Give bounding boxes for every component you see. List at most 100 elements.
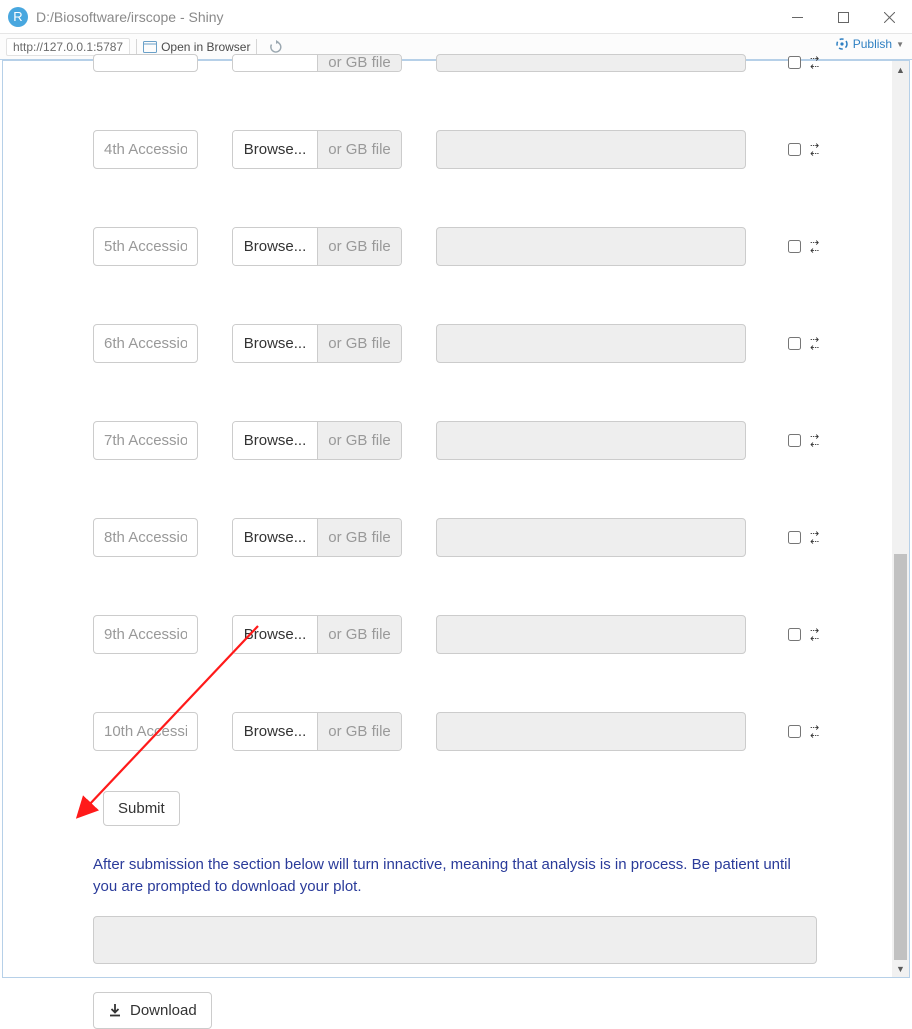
swap-icon[interactable]: ⇢⇠: [810, 55, 819, 71]
scroll-track[interactable]: [892, 78, 909, 960]
open-in-browser-label: Open in Browser: [161, 40, 250, 54]
form-content: Browse...or GB file⇢⇠Browse...or GB file…: [3, 61, 892, 977]
accession-input[interactable]: [93, 421, 198, 460]
accession-input[interactable]: [93, 54, 198, 72]
browse-button[interactable]: Browse...: [233, 325, 318, 362]
output-placeholder: [93, 916, 817, 964]
browse-button[interactable]: Browse...: [233, 55, 318, 71]
swap-icon[interactable]: ⇢⇠: [810, 336, 819, 352]
row-right-controls: ⇢⇠: [784, 334, 819, 353]
vertical-scrollbar[interactable]: ▲ ▼: [892, 61, 909, 977]
file-input-group: Browse...or GB file: [232, 518, 402, 557]
file-input-group: Browse...or GB file: [232, 227, 402, 266]
swap-icon[interactable]: ⇢⇠: [810, 142, 819, 158]
scroll-up-arrow[interactable]: ▲: [892, 61, 909, 78]
name-output: [436, 712, 746, 751]
row-checkbox[interactable]: [788, 337, 801, 350]
row-checkbox[interactable]: [788, 56, 801, 69]
scroll-down-arrow[interactable]: ▼: [892, 960, 909, 977]
name-output: [436, 615, 746, 654]
accession-row: Browse...or GB file ⇢⇠: [93, 227, 872, 266]
chevron-down-icon: ▼: [896, 40, 904, 49]
accession-input[interactable]: [93, 227, 198, 266]
browser-icon: [143, 41, 157, 53]
accession-input[interactable]: [93, 712, 198, 751]
download-label: Download: [130, 1002, 197, 1019]
accession-input[interactable]: [93, 615, 198, 654]
file-input-group: Browse...or GB file: [232, 324, 402, 363]
browse-button[interactable]: Browse...: [233, 422, 318, 459]
row-checkbox[interactable]: [788, 628, 801, 641]
accession-row: Browse...or GB file ⇢⇠: [93, 324, 872, 363]
publish-icon: [835, 37, 849, 51]
accession-input[interactable]: [93, 130, 198, 169]
file-input-group: Browse...or GB file: [232, 54, 402, 72]
row-checkbox[interactable]: [788, 531, 801, 544]
row-right-controls: ⇢⇠: [784, 722, 819, 741]
row-right-controls: ⇢⇠: [784, 53, 819, 72]
close-button[interactable]: [866, 0, 912, 34]
row-checkbox[interactable]: [788, 143, 801, 156]
browse-button[interactable]: Browse...: [233, 131, 318, 168]
swap-icon[interactable]: ⇢⇠: [810, 239, 819, 255]
download-icon: [108, 1003, 122, 1017]
or-gb-label: or GB file: [318, 519, 401, 556]
file-input-group: Browse...or GB file: [232, 421, 402, 460]
content-viewport: Browse...or GB file⇢⇠Browse...or GB file…: [2, 60, 910, 978]
name-output: [436, 227, 746, 266]
name-output: [436, 54, 746, 72]
publish-label: Publish: [853, 37, 892, 51]
publish-button[interactable]: Publish ▼: [835, 37, 904, 51]
name-output: [436, 130, 746, 169]
swap-icon[interactable]: ⇢⇠: [810, 724, 819, 740]
or-gb-label: or GB file: [318, 55, 401, 71]
row-checkbox[interactable]: [788, 725, 801, 738]
browse-button[interactable]: Browse...: [233, 713, 318, 750]
refresh-icon[interactable]: [269, 40, 283, 54]
name-output: [436, 324, 746, 363]
accession-row: Browse...or GB file ⇢⇠: [93, 712, 872, 751]
or-gb-label: or GB file: [318, 422, 401, 459]
minimize-button[interactable]: [774, 0, 820, 34]
window-title: D:/Biosoftware/irscope - Shiny: [36, 9, 224, 25]
accession-input[interactable]: [93, 518, 198, 557]
row-checkbox[interactable]: [788, 434, 801, 447]
accession-row: Browse...or GB file ⇢⇠: [93, 421, 872, 460]
or-gb-label: or GB file: [318, 131, 401, 168]
browse-button[interactable]: Browse...: [233, 519, 318, 556]
window-titlebar: R D:/Biosoftware/irscope - Shiny: [0, 0, 912, 34]
accession-row: Browse...or GB file ⇢⇠: [93, 615, 872, 654]
name-output: [436, 518, 746, 557]
row-right-controls: ⇢⇠: [784, 237, 819, 256]
accession-row: Browse...or GB file ⇢⇠: [93, 53, 872, 72]
swap-icon[interactable]: ⇢⇠: [810, 530, 819, 546]
browse-button[interactable]: Browse...: [233, 228, 318, 265]
name-output: [436, 421, 746, 460]
file-input-group: Browse...or GB file: [232, 615, 402, 654]
download-button[interactable]: Download: [93, 992, 212, 1029]
file-input-group: Browse...or GB file: [232, 130, 402, 169]
scroll-thumb[interactable]: [894, 554, 907, 960]
submit-button[interactable]: Submit: [103, 791, 180, 826]
or-gb-label: or GB file: [318, 325, 401, 362]
swap-icon[interactable]: ⇢⇠: [810, 627, 819, 643]
or-gb-label: or GB file: [318, 228, 401, 265]
row-right-controls: ⇢⇠: [784, 431, 819, 450]
or-gb-label: or GB file: [318, 616, 401, 653]
open-in-browser-button[interactable]: Open in Browser: [143, 40, 250, 54]
swap-icon[interactable]: ⇢⇠: [810, 433, 819, 449]
window-controls: [774, 0, 912, 34]
accession-row: Browse...or GB file ⇢⇠: [93, 518, 872, 557]
maximize-button[interactable]: [820, 0, 866, 34]
app-icon: R: [8, 7, 28, 27]
or-gb-label: or GB file: [318, 713, 401, 750]
row-right-controls: ⇢⇠: [784, 625, 819, 644]
accession-row: Browse...or GB file ⇢⇠: [93, 130, 872, 169]
row-right-controls: ⇢⇠: [784, 140, 819, 159]
browse-button[interactable]: Browse...: [233, 616, 318, 653]
row-checkbox[interactable]: [788, 240, 801, 253]
accession-input[interactable]: [93, 324, 198, 363]
file-input-group: Browse...or GB file: [232, 712, 402, 751]
row-right-controls: ⇢⇠: [784, 528, 819, 547]
submission-info-text: After submission the section below will …: [93, 854, 813, 898]
